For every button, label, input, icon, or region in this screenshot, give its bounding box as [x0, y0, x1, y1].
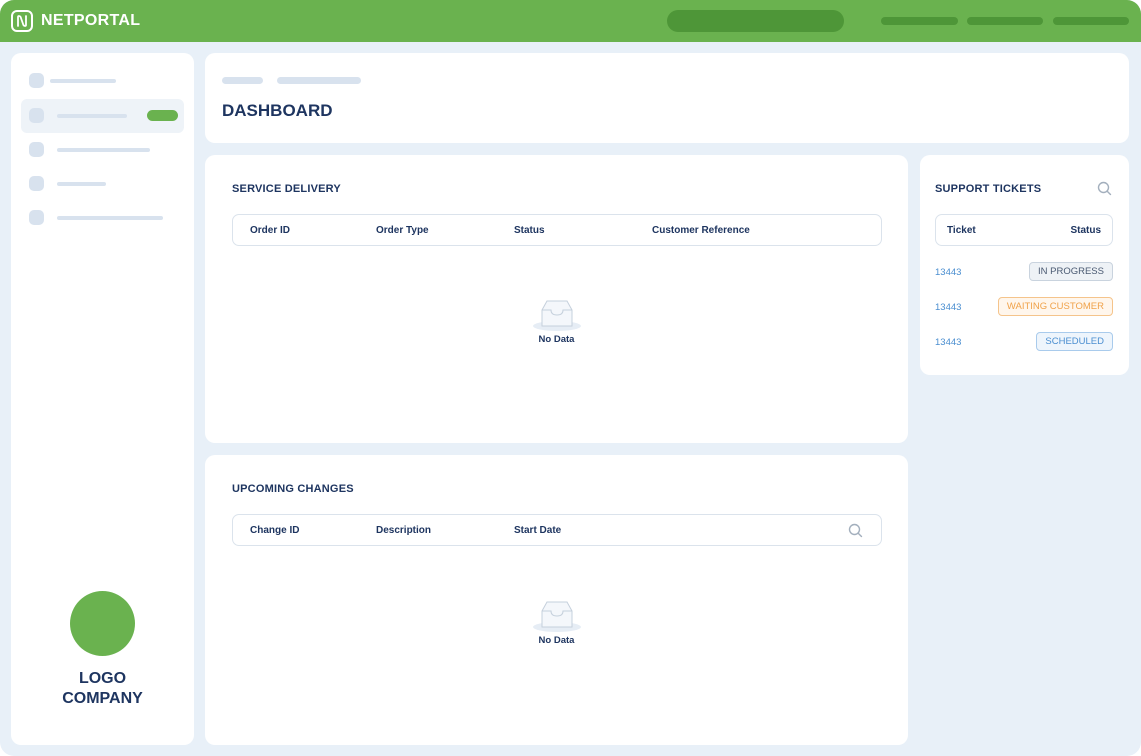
- column-start-date[interactable]: Start Date: [514, 525, 561, 536]
- upcoming-changes-panel: UPCOMING CHANGES Change ID Description S…: [205, 455, 908, 745]
- column-order-id[interactable]: Order ID: [250, 225, 290, 236]
- brand[interactable]: NETPORTAL: [11, 9, 140, 33]
- app-window: NETPORTAL LOGO COMPANY DASHBOARD SERVICE…: [0, 0, 1141, 756]
- breadcrumb-item-1[interactable]: [222, 77, 263, 84]
- sidebar-item-2-active[interactable]: [21, 99, 184, 133]
- column-change-id[interactable]: Change ID: [250, 525, 299, 536]
- service-delivery-table-header: Order ID Order Type Status Customer Refe…: [232, 214, 882, 246]
- empty-state-label: No Data: [538, 334, 575, 345]
- column-status[interactable]: Status: [514, 225, 545, 236]
- search-icon[interactable]: [1097, 181, 1112, 196]
- sidebar-item-badge: [147, 110, 178, 121]
- service-delivery-panel: SERVICE DELIVERY Order ID Order Type Sta…: [205, 155, 908, 443]
- top-nav-item-3[interactable]: [1053, 17, 1129, 25]
- ticket-id-link[interactable]: 13443: [935, 302, 961, 313]
- sidebar-item-icon: [29, 210, 44, 225]
- column-order-type[interactable]: Order Type: [376, 225, 429, 236]
- ticket-row[interactable]: 13443 WAITING CUSTOMER: [935, 297, 1113, 317]
- upcoming-changes-title: UPCOMING CHANGES: [232, 483, 354, 495]
- support-tickets-table-header: Ticket Status: [935, 214, 1113, 246]
- column-ticket[interactable]: Ticket: [947, 225, 976, 236]
- sidebar-item-label: [57, 216, 163, 220]
- inbox-empty-icon: [532, 601, 581, 632]
- column-description[interactable]: Description: [376, 525, 431, 536]
- sidebar: LOGO COMPANY: [11, 53, 194, 745]
- sidebar-item-icon: [29, 176, 44, 191]
- logo-line-1: LOGO: [78, 670, 127, 687]
- status-badge-scheduled: SCHEDULED: [1036, 332, 1113, 351]
- sidebar-item-label: [57, 114, 127, 118]
- ticket-row[interactable]: 13443 SCHEDULED: [935, 332, 1113, 352]
- sidebar-item-5[interactable]: [21, 201, 184, 235]
- column-status[interactable]: Status: [1070, 225, 1101, 236]
- empty-state-label: No Data: [538, 635, 575, 646]
- top-nav-item-1[interactable]: [881, 17, 958, 25]
- page-title: DASHBOARD: [222, 101, 333, 120]
- column-customer-reference[interactable]: Customer Reference: [652, 225, 750, 236]
- ticket-id-link[interactable]: 13443: [935, 337, 961, 348]
- sidebar-item-label: [57, 182, 106, 186]
- support-tickets-title: SUPPORT TICKETS: [935, 183, 1042, 195]
- search-icon[interactable]: [848, 523, 863, 538]
- sidebar-item-icon: [29, 142, 44, 157]
- company-logo-text: LOGO COMPANY: [11, 669, 194, 709]
- inbox-empty-icon: [532, 300, 581, 331]
- status-badge-waiting-customer: WAITING CUSTOMER: [997, 297, 1113, 316]
- breadcrumb-item-2[interactable]: [277, 77, 361, 84]
- page-header: DASHBOARD: [205, 53, 1129, 143]
- global-search-bar[interactable]: [667, 10, 844, 32]
- service-delivery-empty-state: No Data: [505, 298, 608, 345]
- sidebar-item-icon: [29, 108, 44, 123]
- ticket-row[interactable]: 13443 IN PROGRESS: [935, 262, 1113, 282]
- top-nav-item-2[interactable]: [967, 17, 1043, 25]
- service-delivery-title: SERVICE DELIVERY: [232, 183, 341, 195]
- app-name: NETPORTAL: [41, 12, 141, 29]
- company-logo: [70, 591, 135, 656]
- sidebar-item-label: [50, 79, 116, 83]
- status-badge-in-progress: IN PROGRESS: [1029, 262, 1113, 281]
- sidebar-item-1[interactable]: [21, 64, 184, 98]
- logo-line-2: COMPANY: [62, 690, 143, 707]
- sidebar-item-3[interactable]: [21, 133, 184, 167]
- support-tickets-panel: SUPPORT TICKETS Ticket Status 13443 IN P…: [920, 155, 1129, 375]
- netportal-logo-icon: [11, 10, 33, 32]
- top-bar: NETPORTAL: [0, 0, 1141, 42]
- sidebar-item-icon: [29, 73, 44, 88]
- upcoming-changes-empty-state: No Data: [505, 599, 608, 646]
- ticket-id-link[interactable]: 13443: [935, 267, 961, 278]
- sidebar-item-label: [57, 148, 150, 152]
- upcoming-changes-table-header: Change ID Description Start Date: [232, 514, 882, 546]
- sidebar-item-4[interactable]: [21, 167, 184, 201]
